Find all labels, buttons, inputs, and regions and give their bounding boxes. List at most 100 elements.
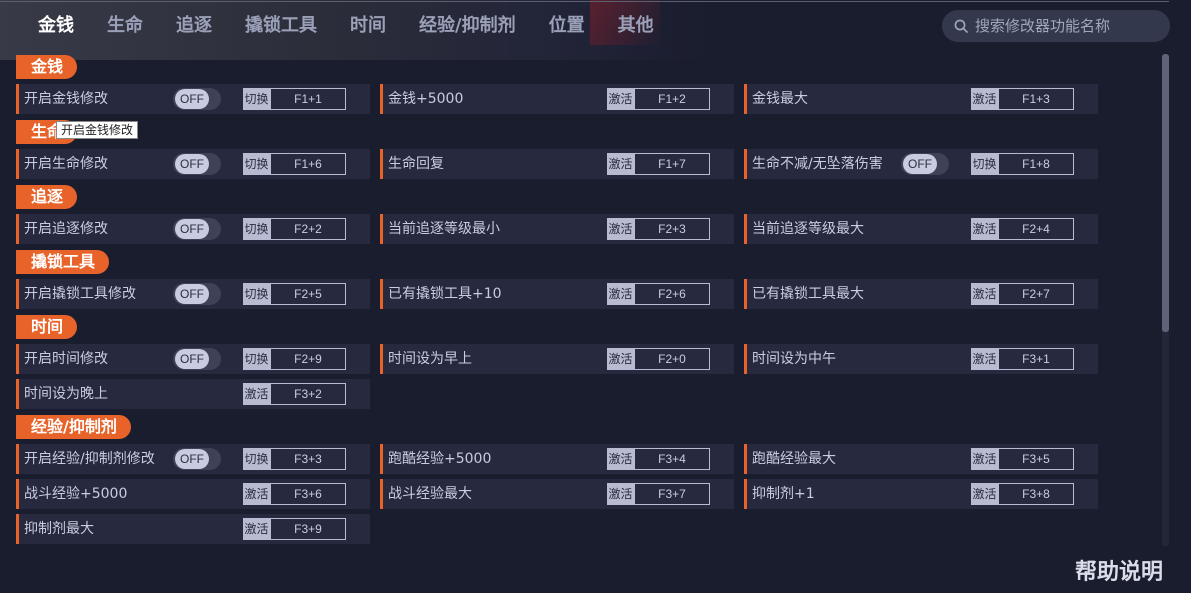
toggle-state-label: OFF bbox=[903, 154, 937, 174]
hotkey-button[interactable]: F2+5 bbox=[270, 283, 346, 305]
hotkey-mode-label: 切换 bbox=[243, 153, 270, 175]
search-input[interactable] bbox=[975, 17, 1165, 35]
cheat-toggle[interactable]: OFF bbox=[173, 448, 221, 470]
section: 追逐 开启追逐修改 OFF 切换 F2+2 当前追逐等级最小 激活 F2+3 当前追逐等级最大激… bbox=[16, 185, 1156, 244]
tab-1[interactable]: 生命 bbox=[107, 13, 143, 39]
hotkey-mode-label: 切换 bbox=[243, 283, 270, 305]
tab-5[interactable]: 经验/抑制剂 bbox=[419, 13, 516, 39]
hotkey-button[interactable]: F2+4 bbox=[998, 218, 1074, 240]
hotkey-mode-label: 激活 bbox=[607, 483, 634, 505]
hotkey-button[interactable]: F3+4 bbox=[634, 448, 710, 470]
cheat-toggle[interactable]: OFF bbox=[173, 218, 221, 240]
hotkey-button[interactable]: F3+6 bbox=[270, 483, 346, 505]
hotkey-button[interactable]: F2+3 bbox=[634, 218, 710, 240]
hotkey-mode-label: 激活 bbox=[971, 483, 998, 505]
hotkey-mode-label: 激活 bbox=[607, 448, 634, 470]
cheat-label: 时间设为中午 bbox=[752, 351, 836, 367]
toggle-state-label: OFF bbox=[175, 449, 209, 469]
tab-3[interactable]: 撬锁工具 bbox=[245, 13, 317, 39]
cheat-item: 战斗经验+5000 激活 F3+6 bbox=[16, 479, 370, 509]
category-nav: 金钱 生命 追逐 撬锁工具 时间 经验/抑制剂 位置 其他 bbox=[38, 13, 687, 39]
hotkey-button[interactable]: F2+9 bbox=[270, 348, 346, 370]
cheat-item: 抑制剂最大 激活 F3+9 bbox=[16, 514, 370, 544]
hotkey-mode-label: 激活 bbox=[607, 153, 634, 175]
cheat-label: 时间设为晚上 bbox=[24, 386, 108, 402]
hotkey-button[interactable]: F3+7 bbox=[634, 483, 710, 505]
cheat-item: 跑酷经验+5000 激活 F3+4 bbox=[380, 444, 734, 474]
cheat-label: 已有撬锁工具最大 bbox=[752, 286, 864, 302]
toggle-state-label: OFF bbox=[175, 219, 209, 239]
hotkey-button[interactable]: F1+8 bbox=[998, 153, 1074, 175]
toggle-state-label: OFF bbox=[175, 349, 209, 369]
hotkey-button[interactable]: F1+3 bbox=[998, 88, 1074, 110]
cheat-label: 生命回复 bbox=[388, 156, 444, 172]
section-title: 撬锁工具 bbox=[16, 250, 110, 274]
tab-2[interactable]: 追逐 bbox=[176, 13, 212, 39]
hotkey-mode-label: 激活 bbox=[607, 88, 634, 110]
hotkey-button[interactable]: F3+8 bbox=[998, 483, 1074, 505]
hotkey-button[interactable]: F1+1 bbox=[270, 88, 346, 110]
hotkey-mode-label: 激活 bbox=[971, 218, 998, 240]
hotkey-mode-label: 激活 bbox=[971, 448, 998, 470]
cheat-item: 时间设为中午 激活 F3+1 bbox=[744, 344, 1098, 374]
cheat-item: 已有撬锁工具+10 激活 F2+6 bbox=[380, 279, 734, 309]
cheat-row: 开启时间修改 OFF 切换 F2+9 时间设为早上 激活 F2+0 时间设为中午 激活 F3+1 bbox=[16, 344, 1156, 374]
hotkey-mode-label: 切换 bbox=[243, 218, 270, 240]
hotkey-mode-label: 切换 bbox=[243, 88, 270, 110]
cheat-item: 金钱+5000 激活 F1+2 bbox=[380, 84, 734, 114]
cheat-item: 跑酷经验最大 激活 F3+5 bbox=[744, 444, 1098, 474]
hotkey-button[interactable]: F3+5 bbox=[998, 448, 1074, 470]
cheat-item: 开启生命修改 OFF 切换 F1+6 bbox=[16, 149, 370, 179]
tab-6[interactable]: 位置 bbox=[549, 13, 585, 39]
cheat-row: 开启经验/抑制剂修改 OFF 切换 F3+3 跑酷经验+5000 激活 F3+4 跑酷经验最大… bbox=[16, 444, 1156, 474]
hotkey-button[interactable]: F3+1 bbox=[998, 348, 1074, 370]
cheat-toggle[interactable]: OFF bbox=[173, 88, 221, 110]
cheat-item: 生命回复 激活 F1+7 bbox=[380, 149, 734, 179]
section-title: 追逐 bbox=[16, 185, 78, 209]
hotkey-button[interactable]: F3+3 bbox=[270, 448, 346, 470]
cheat-list: 金钱 开启金钱修改 OFF 切换 F1+1 金钱+5000 激活 F1+2 金钱最大 激活 F1+3… bbox=[16, 55, 1156, 544]
hotkey-button[interactable]: F1+7 bbox=[634, 153, 710, 175]
cheat-label: 金钱最大 bbox=[752, 91, 808, 107]
hotkey-button[interactable]: F2+2 bbox=[270, 218, 346, 240]
cheat-label: 战斗经验最大 bbox=[388, 486, 472, 502]
cheat-toggle[interactable]: OFF bbox=[173, 153, 221, 175]
cheat-label: 跑酷经验+5000 bbox=[388, 451, 492, 467]
cheat-item: 开启时间修改 OFF 切换 F2+9 bbox=[16, 344, 370, 374]
hotkey-button[interactable]: F3+2 bbox=[270, 383, 346, 405]
cheat-item: 金钱最大 激活 F1+3 bbox=[744, 84, 1098, 114]
help-button[interactable]: 帮助说明 bbox=[1075, 554, 1163, 586]
hotkey-mode-label: 激活 bbox=[607, 218, 634, 240]
hotkey-button[interactable]: F2+0 bbox=[634, 348, 710, 370]
section-title: 金钱 bbox=[16, 55, 78, 79]
tab-0[interactable]: 金钱 bbox=[38, 13, 74, 39]
cheat-label: 开启追逐修改 bbox=[24, 221, 108, 237]
cheat-row: 抑制剂最大 激活 F3+9 bbox=[16, 514, 1156, 544]
section: 时间 开启时间修改 OFF 切换 F2+9 时间设为早上 激活 F2+0 时间设为中午 激活 F3+… bbox=[16, 315, 1156, 409]
hotkey-mode-label: 激活 bbox=[607, 283, 634, 305]
scrollbar-thumb[interactable] bbox=[1162, 54, 1169, 332]
cheat-row: 开启金钱修改 OFF 切换 F1+1 金钱+5000 激活 F1+2 金钱最大 激活 F1+3 bbox=[16, 84, 1156, 114]
search-box[interactable] bbox=[942, 10, 1170, 42]
hotkey-mode-label: 激活 bbox=[971, 283, 998, 305]
hotkey-button[interactable]: F1+2 bbox=[634, 88, 710, 110]
cheat-label: 开启生命修改 bbox=[24, 156, 108, 172]
cheat-row: 开启生命修改 OFF 切换 F1+6 生命回复 激活 F1+7 生命不减/无坠落伤害 OFF 切换… bbox=[16, 149, 1156, 179]
cheat-row: 时间设为晚上 激活 F3+2 bbox=[16, 379, 1156, 409]
tab-7[interactable]: 其他 bbox=[618, 13, 654, 39]
toggle-state-label: OFF bbox=[175, 154, 209, 174]
hotkey-mode-label: 激活 bbox=[243, 483, 270, 505]
section-title: 时间 bbox=[16, 315, 78, 339]
hotkey-button[interactable]: F3+9 bbox=[270, 518, 346, 540]
hotkey-button[interactable]: F2+6 bbox=[634, 283, 710, 305]
cheat-row: 开启撬锁工具修改 OFF 切换 F2+5 已有撬锁工具+10 激活 F2+6 已有撬锁工具最大… bbox=[16, 279, 1156, 309]
cheat-item: 开启经验/抑制剂修改 OFF 切换 F3+3 bbox=[16, 444, 370, 474]
hotkey-button[interactable]: F1+6 bbox=[270, 153, 346, 175]
cheat-label: 时间设为早上 bbox=[388, 351, 472, 367]
cheat-toggle[interactable]: OFF bbox=[901, 153, 949, 175]
hotkey-button[interactable]: F2+7 bbox=[998, 283, 1074, 305]
cheat-toggle[interactable]: OFF bbox=[173, 348, 221, 370]
tab-4[interactable]: 时间 bbox=[350, 13, 386, 39]
cheat-toggle[interactable]: OFF bbox=[173, 283, 221, 305]
hotkey-mode-label: 切换 bbox=[243, 448, 270, 470]
